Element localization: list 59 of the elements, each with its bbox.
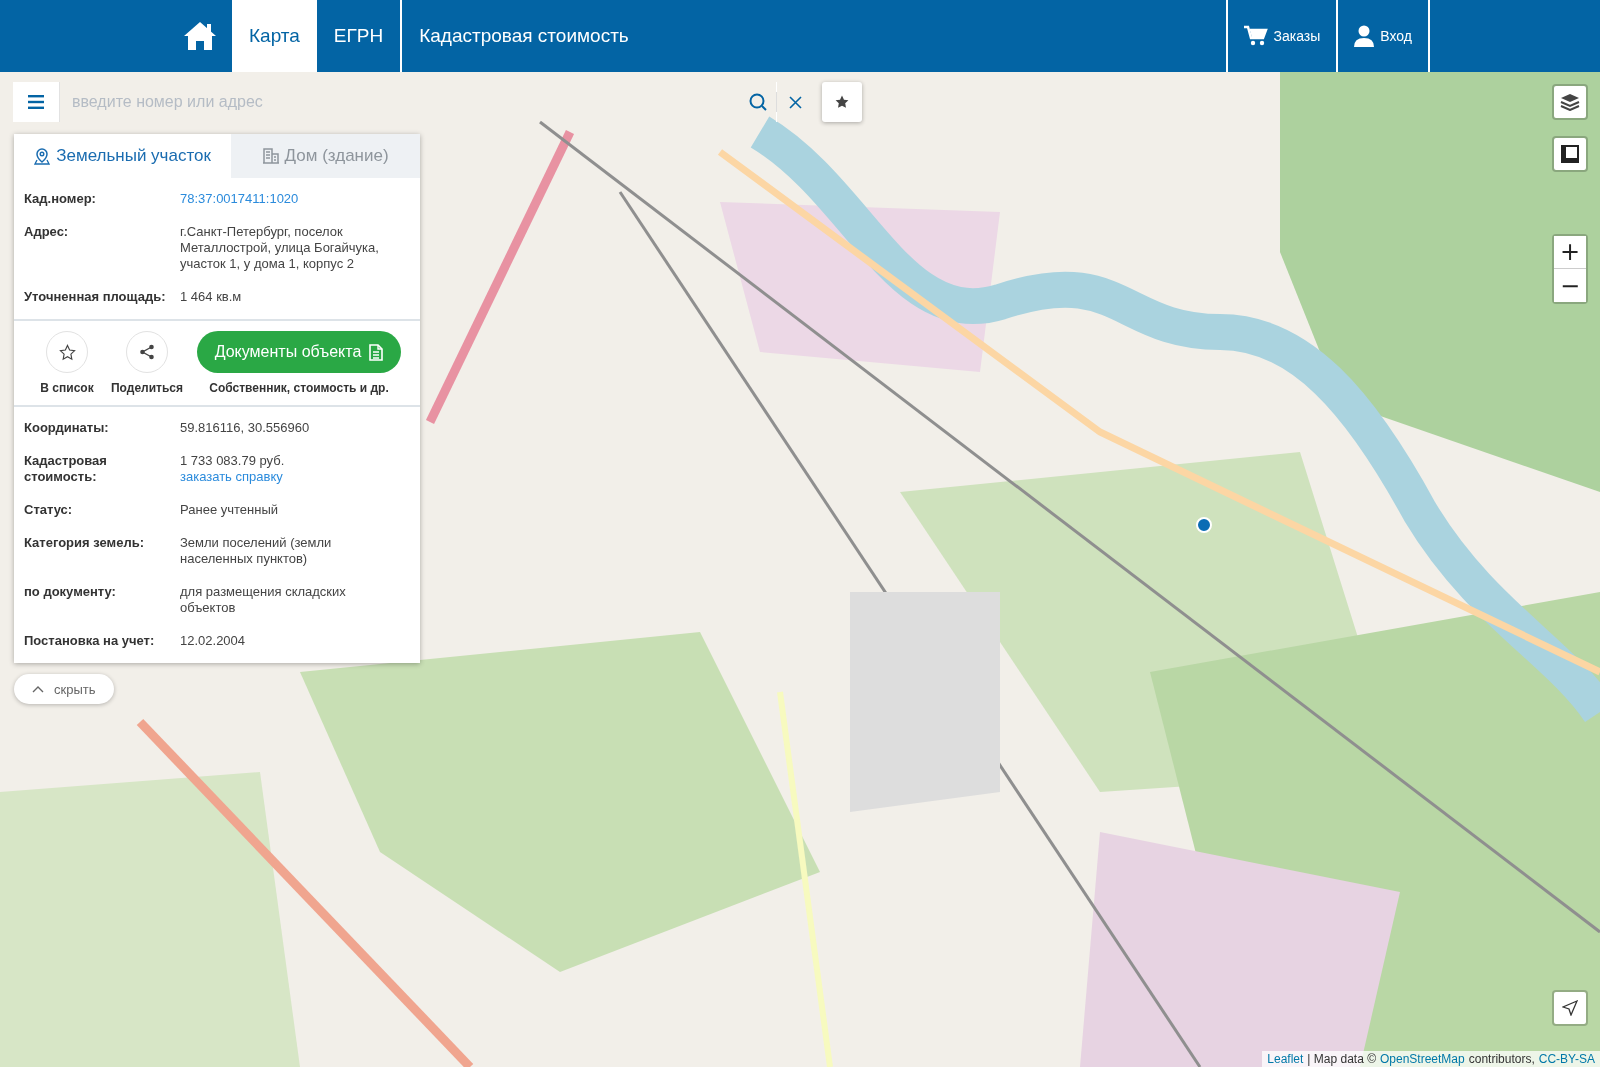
star-icon (835, 95, 849, 109)
action-label: В список (40, 381, 94, 395)
field-label: по документу: (24, 584, 117, 601)
navigation-arrow-icon (1562, 1000, 1578, 1016)
home-icon (182, 20, 218, 52)
building-icon (262, 148, 279, 164)
action-label: Поделиться (111, 381, 183, 395)
orders-link[interactable]: Заказы (1227, 0, 1337, 72)
attribution-text: contributors, (1468, 1052, 1535, 1066)
field-label: Кадастровая стоимость: (24, 453, 108, 485)
field-label: Адрес: (24, 224, 70, 241)
order-report-link[interactable]: заказать справку (180, 469, 283, 485)
zoom-out-button[interactable]: − (1554, 269, 1586, 302)
add-to-list-button[interactable] (46, 331, 88, 373)
field-value: г.Санкт-Петербург, поселок Металлострой, улица Богайчука, участок 1, у дома 1, корпус 2 (180, 224, 380, 272)
menu-icon (28, 95, 44, 109)
field-label: Постановка на учет: (24, 633, 156, 649)
attribution-link[interactable]: OpenStreetMap (1380, 1052, 1465, 1066)
field-label: Уточненная площадь: (24, 289, 167, 305)
field-label: Кад.номер: (24, 191, 97, 207)
attribution-link[interactable]: CC-BY-SA (1538, 1052, 1595, 1066)
documents-caption: Собственник, стоимость и др. (209, 381, 389, 395)
attribution-link[interactable]: Leaflet (1267, 1052, 1304, 1066)
cadastral-number-link[interactable]: 78:37:0017411:1020 (180, 191, 299, 207)
search-icon (749, 93, 767, 111)
share-button[interactable] (126, 331, 168, 373)
layers-icon (1560, 93, 1580, 111)
field-value: 1 464 кв.м (180, 289, 242, 305)
star-icon (58, 343, 76, 361)
menu-button[interactable] (13, 82, 60, 122)
share-icon (139, 344, 155, 360)
cart-icon (1243, 25, 1268, 47)
field-value: 12.02.2004 (180, 633, 246, 649)
user-icon (1354, 25, 1375, 47)
attribution-text: | Map data © (1307, 1052, 1376, 1066)
search-field[interactable]: введите номер или адрес (60, 82, 740, 122)
field-value: 59.816116, 30.556960 (180, 420, 310, 436)
login-link[interactable]: Вход (1338, 0, 1428, 72)
nav-tab[interactable]: ЕГРН (316, 0, 401, 72)
favorites-button[interactable] (822, 82, 862, 122)
nav-tab[interactable]: Кадастровая стоимость (402, 0, 646, 72)
measure-button[interactable] (1552, 136, 1588, 172)
nav-tab[interactable]: Карта (232, 0, 317, 72)
location-pin-icon (34, 147, 51, 165)
field-value: 1 733 083.79 руб. (180, 453, 285, 469)
panel-tab[interactable]: Земельный участок (14, 134, 232, 178)
zoom-in-button[interactable]: + (1554, 236, 1586, 269)
layers-button[interactable] (1552, 84, 1588, 120)
field-label: Статус: (24, 502, 74, 518)
field-label: Координаты: (24, 420, 110, 436)
close-icon (788, 95, 802, 109)
field-value: Земли поселений (земли населенных пунктов) (180, 535, 333, 567)
locate-button[interactable] (1552, 990, 1588, 1026)
document-icon (369, 343, 384, 361)
hide-panel-button[interactable]: скрыть (14, 674, 114, 704)
field-value: для размещения складских объектов (180, 584, 347, 616)
chevron-up-icon (32, 685, 44, 693)
field-value: Ранее учтенный (180, 502, 278, 518)
field-label: Категория земель: (24, 535, 145, 552)
